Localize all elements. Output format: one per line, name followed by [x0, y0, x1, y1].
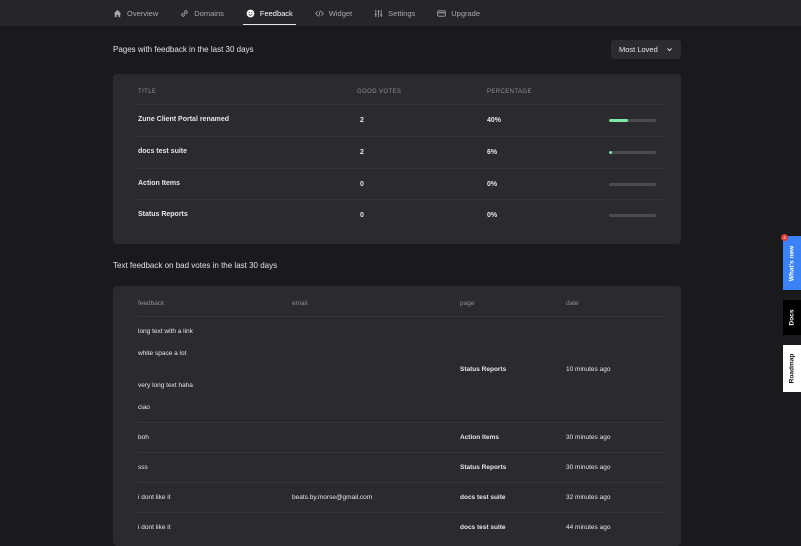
card-icon: [437, 9, 446, 17]
feedback-text-line: very long text haha: [138, 382, 193, 389]
nav-overview[interactable]: Overview: [113, 0, 158, 26]
sort-dropdown[interactable]: Most Loved: [611, 40, 681, 59]
pages-table: TITLE GOOD VOTES PERCENTAGE Zune Client …: [113, 74, 681, 244]
progress-fill: [609, 119, 628, 122]
text-feedback-table: feedback email page date long text with …: [113, 286, 681, 546]
row-divider: [138, 482, 664, 483]
sliders-icon: [375, 9, 383, 17]
column-header-good-votes: GOOD VOTES: [357, 89, 402, 95]
column-header-percentage: PERCENTAGE: [487, 89, 532, 95]
smile-icon: [246, 9, 255, 17]
feedback-text-line: long text with a link: [138, 328, 193, 335]
nav-upgrade[interactable]: Upgrade: [437, 0, 480, 26]
column-header-feedback: feedback: [138, 300, 165, 307]
nav-domains-label: Domains: [194, 8, 224, 18]
row-page: docs test suite: [460, 524, 506, 531]
row-divider: [138, 168, 664, 169]
nav-overview-label: Overview: [127, 8, 159, 18]
pages-section-title: Pages with feedback in the last 30 days: [113, 45, 254, 54]
link-icon: [181, 9, 188, 17]
row-feedback: i dont like it: [138, 494, 171, 501]
row-date: 32 minutes ago: [566, 494, 611, 501]
row-date: 30 minutes ago: [566, 434, 611, 441]
row-title: Action Items: [138, 180, 181, 187]
whats-new-label: What's new: [788, 245, 796, 281]
column-header-email: email: [292, 300, 308, 307]
row-good-votes: 0: [360, 212, 364, 219]
row-email[interactable]: beats.by.morse@gmail.com: [292, 494, 372, 501]
chevron-down-icon: [667, 48, 672, 52]
text-feedback-section-title: Text feedback on bad votes in the last 3…: [113, 261, 278, 270]
row-percentage: 6%: [487, 149, 498, 156]
sort-dropdown-value: Most Loved: [619, 45, 658, 54]
row-divider: [138, 104, 664, 105]
row-page: Status Reports: [460, 464, 507, 471]
row-date: 10 minutes ago: [566, 366, 611, 373]
row-percentage: 40%: [487, 117, 502, 124]
progress-bar: [609, 214, 656, 217]
column-header-title: TITLE: [138, 89, 157, 95]
row-page: Action Items: [460, 434, 500, 441]
row-feedback: i dont like it: [138, 524, 171, 531]
row-feedback: boh: [138, 434, 149, 441]
row-divider: [138, 512, 664, 513]
row-date: 44 minutes ago: [566, 524, 611, 531]
nav-widget[interactable]: Widget: [314, 0, 353, 26]
row-divider: [138, 136, 664, 137]
feedback-text-line: white space a lot: [138, 350, 187, 357]
row-percentage: 0%: [487, 212, 498, 219]
row-good-votes: 2: [360, 117, 364, 124]
row-divider: [138, 422, 664, 423]
row-percentage: 0%: [487, 181, 498, 188]
row-date: 30 minutes ago: [566, 464, 611, 471]
row-divider: [138, 199, 664, 200]
roadmap-tab[interactable]: Roadmap: [783, 345, 801, 392]
nav-settings[interactable]: Settings: [374, 0, 415, 26]
top-nav: Overview Domains Feedback Widget Setting…: [0, 0, 801, 26]
row-title: Status Reports: [138, 211, 188, 218]
feedback-text-line: ciao: [138, 404, 150, 411]
docs-label: Docs: [788, 309, 796, 326]
row-title: docs test suite: [138, 148, 188, 155]
progress-bar: [609, 151, 656, 154]
row-divider: [138, 316, 664, 317]
nav-feedback[interactable]: Feedback: [242, 0, 296, 26]
nav-upgrade-label: Upgrade: [451, 8, 481, 18]
row-page: Status Reports: [460, 366, 507, 373]
column-header-page: page: [460, 300, 475, 307]
nav-settings-label: Settings: [388, 8, 416, 18]
nav-domains[interactable]: Domains: [180, 0, 224, 26]
nav-widget-label: Widget: [328, 8, 353, 18]
row-good-votes: 0: [360, 181, 364, 188]
row-page: docs test suite: [460, 494, 506, 501]
row-divider: [138, 452, 664, 453]
code-icon: [314, 9, 324, 17]
progress-bar: [609, 183, 656, 186]
roadmap-label: Roadmap: [788, 353, 796, 384]
docs-tab[interactable]: Docs: [783, 300, 801, 335]
column-header-date: date: [566, 300, 579, 307]
home-icon: [113, 9, 122, 17]
nav-feedback-label: Feedback: [259, 8, 293, 18]
row-feedback: sss: [138, 464, 148, 471]
whats-new-tab[interactable]: What's new: [783, 236, 801, 290]
row-good-votes: 2: [360, 149, 364, 156]
notification-badge: 4: [781, 234, 788, 241]
progress-fill: [609, 151, 612, 154]
progress-bar: [609, 119, 656, 122]
row-title: Zune Client Portal renamed: [138, 116, 230, 123]
